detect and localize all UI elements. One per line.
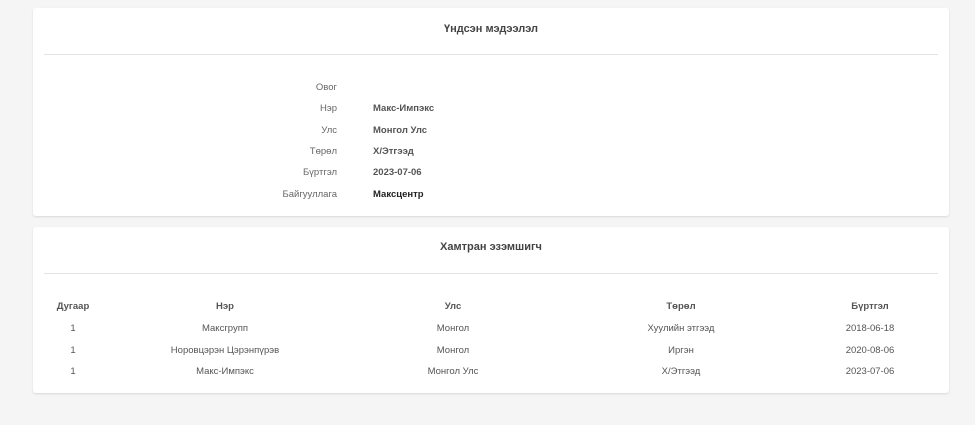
info-row-organization: Байгууллага Максцентр bbox=[33, 189, 949, 203]
basic-info-title: Үндсэн мэдээлэл bbox=[443, 23, 539, 35]
cell-country: Монгол Улс bbox=[427, 366, 479, 377]
cell-name: Норовцэрэн Цэрэнпүрэв bbox=[170, 345, 280, 356]
info-row-type: Төрөл Х/Этгээд bbox=[33, 146, 949, 160]
column-header-type: Төрөл bbox=[666, 301, 696, 312]
registration-value: 2023-07-06 bbox=[373, 167, 422, 178]
cell-number: 1 bbox=[70, 366, 76, 377]
co-owners-card: Хамтран эзэмшигч Дугаар Нэр Улс Төрөл Бү… bbox=[33, 227, 949, 393]
cell-type: Иргэн bbox=[668, 345, 694, 356]
organization-label: Байгууллага bbox=[282, 189, 338, 200]
column-header-registration: Бүртгэл bbox=[851, 301, 889, 312]
column-header-name: Нэр bbox=[216, 301, 234, 312]
co-owners-divider bbox=[44, 273, 938, 274]
basic-info-divider bbox=[44, 54, 938, 55]
registration-label: Бүртгэл bbox=[302, 167, 337, 178]
column-header-number: Дугаар bbox=[56, 301, 90, 312]
name-label: Нэр bbox=[320, 103, 337, 114]
co-owners-title: Хамтран эзэмшигч bbox=[440, 241, 542, 253]
type-value: Х/Этгээд bbox=[373, 146, 414, 157]
column-header-country: Улс bbox=[444, 301, 462, 312]
cell-country: Монгол bbox=[436, 345, 470, 356]
cell-registration: 2023-07-06 bbox=[845, 366, 895, 377]
cell-name: Макс-Импэкс bbox=[196, 366, 254, 377]
type-label: Төрөл bbox=[309, 146, 337, 157]
cell-type: Х/Этгээд bbox=[661, 366, 701, 377]
cell-name: Максгрупп bbox=[202, 323, 248, 334]
country-value: Монгол Улс bbox=[373, 125, 428, 136]
cell-number: 1 bbox=[70, 323, 76, 334]
cell-registration: 2020-08-06 bbox=[845, 345, 895, 356]
country-label: Улс bbox=[321, 125, 337, 136]
cell-country: Монгол bbox=[436, 323, 470, 334]
lastname-label: Овог bbox=[315, 82, 337, 93]
cell-type: Хуулийн этгээд bbox=[647, 323, 715, 334]
info-row-lastname: Овог bbox=[33, 82, 949, 96]
basic-info-card: Үндсэн мэдээлэл Овог Нэр Макс-Импэкс Улс… bbox=[33, 8, 949, 216]
info-row-registration: Бүртгэл 2023-07-06 bbox=[33, 167, 949, 181]
info-row-country: Улс Монгол Улс bbox=[33, 125, 949, 139]
cell-registration: 2018-06-18 bbox=[845, 323, 895, 334]
cell-number: 1 bbox=[70, 345, 76, 356]
name-value: Макс-Импэкс bbox=[373, 103, 435, 114]
info-row-name: Нэр Макс-Импэкс bbox=[33, 103, 949, 117]
organization-value: Максцентр bbox=[373, 189, 424, 200]
